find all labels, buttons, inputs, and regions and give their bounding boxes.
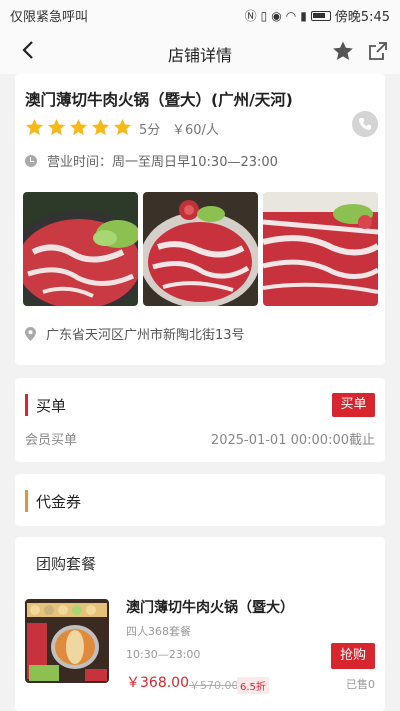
sim-alert-icon: ▮ [300,8,307,23]
group-deal-section-card: 团购套餐 澳门薄切牛肉火锅（暨大） 四人368套餐 10:30—23:00 ￥3… [15,537,385,711]
phone-icon [359,118,371,130]
section-bar [25,394,28,416]
carrier-text: 仅限紧急呼叫 [10,10,89,25]
nfc-icon: Ⓝ [244,9,257,23]
star-icon [25,118,44,136]
shop-info-card: 澳门薄切牛肉火锅（暨大）(广州/天河) 5分 ￥60/人 营业时间：周一至周日早… [15,74,385,365]
beef-slices-photo-icon [263,192,378,306]
favorite-star-icon[interactable] [332,40,354,62]
shop-photo[interactable] [23,192,138,306]
star-icon [91,118,110,136]
package-subtitle: 四人368套餐 [126,625,191,638]
star-icon [113,118,132,136]
section-bar [25,490,28,512]
voucher-section-card[interactable]: 代金券 [15,474,385,526]
package-name: 澳门薄切牛肉火锅（暨大） [126,600,294,616]
shop-name: 澳门薄切牛肉火锅（暨大）(广州/天河) [25,91,293,109]
buy-deadline: 2025-01-01 00:00:00截止 [210,433,375,448]
hotpot-package-photo-icon [25,599,109,683]
rating-stars [25,118,132,137]
phone-button[interactable] [352,111,378,137]
group-deal-title: 团购套餐 [36,555,97,573]
shop-address[interactable]: 广东省天河区广州市新陶北街13号 [25,324,245,343]
price-per-person: ￥60/人 [172,123,219,138]
vibrate-icon: ▯ [260,8,268,23]
shop-address-text: 广东省天河区广州市新陶北街13号 [46,328,245,343]
clock-icon [25,154,37,167]
status-icons: Ⓝ ▯ ◉ ◠ ▮ 傍晚5:45 [244,6,390,26]
rating-score: 5分 [139,123,161,138]
eye-icon: ◉ [271,8,282,23]
voucher-section-title: 代金券 [36,492,82,511]
status-bar: 仅限紧急呼叫 Ⓝ ▯ ◉ ◠ ▮ 傍晚5:45 [0,0,400,28]
discount-badge: 6.5折 [237,677,269,694]
shop-photo[interactable] [263,192,378,306]
voucher-section-header: 代金券 [25,490,81,512]
package-original-price: ￥570.00 [189,679,239,692]
package-image[interactable] [25,599,109,683]
package-price: ￥368.00 [126,675,189,691]
business-hours-text: 营业时间：周一至周日早10:30—23:00 [47,155,278,170]
sold-count: 已售0 [346,678,375,691]
shop-photo[interactable] [143,192,258,306]
location-pin-icon [25,326,36,341]
shop-photos [23,192,378,306]
share-icon[interactable] [367,40,389,62]
buy-section-header: 买单 [25,394,66,416]
star-icon [47,118,66,136]
wifi-icon: ◠ [285,8,297,23]
buy-button[interactable]: 买单 [332,393,375,417]
grab-deal-button[interactable]: 抢购 [331,643,375,669]
business-hours: 营业时间：周一至周日早10:30—23:00 [25,151,278,170]
nav-bar: 店铺详情 [0,28,400,74]
buy-section-title: 买单 [36,396,67,415]
package-time: 10:30—23:00 [126,648,201,661]
battery-icon [310,10,331,21]
star-icon [69,118,88,136]
member-pay-label: 会员买单 [25,433,78,448]
clock-time: 傍晚5:45 [334,10,390,25]
buy-section-card: 买单 买单 会员买单 2025-01-01 00:00:00截止 [15,378,385,462]
beef-slices-photo-icon [23,192,138,306]
beef-slices-photo-icon [143,192,258,306]
